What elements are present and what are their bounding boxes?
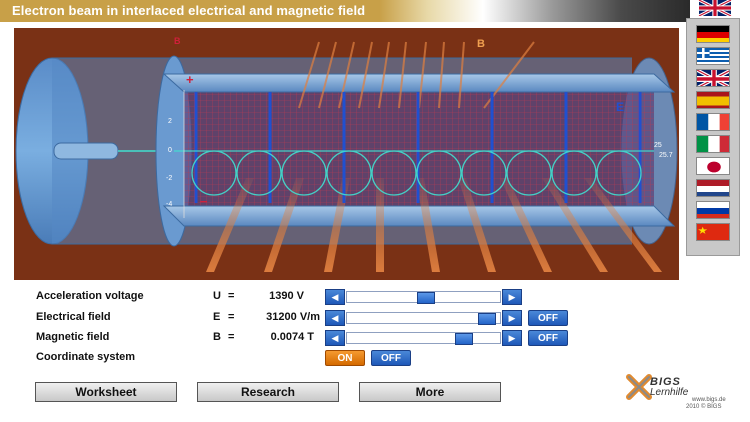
axis-tick-0: 0 [168,147,172,154]
arrow-left-icon: ◀ [331,291,339,302]
electrical-field-label: Electrical field [36,311,111,323]
dutch-flag[interactable] [696,179,730,197]
electrical-slider[interactable]: ◀ ▶ [325,310,522,326]
german-flag[interactable] [696,25,730,43]
greek-flag[interactable] [696,47,730,65]
axis-tick-minus-2: -2 [166,175,173,182]
english-flag-top[interactable] [696,0,734,18]
electrical-slider-track[interactable] [346,312,501,325]
magnetic-value: 0.0074 T [270,331,314,343]
coordinate-on-button[interactable]: ON [325,350,365,366]
japanese-flag[interactable] [696,157,730,175]
russian-flag-icon [697,202,729,218]
language-panel [686,18,740,256]
german-flag-icon [697,26,729,42]
english-flag[interactable] [696,69,730,87]
magnetic-increase-button[interactable]: ▶ [502,330,522,346]
acceleration-eq: = [228,290,235,302]
french-flag-icon [697,114,729,130]
axis-tick-minus-4: -4 [166,201,173,208]
magnetic-decrease-button[interactable]: ◀ [325,330,345,346]
arrow-right-icon: ▶ [508,291,516,302]
arrow-left-icon: ◀ [331,332,339,343]
acceleration-increase-button[interactable]: ▶ [502,289,522,305]
spanish-flag[interactable] [696,91,730,109]
acceleration-voltage-label: Acceleration voltage [36,290,144,302]
plus-sign-label: + [186,72,194,87]
chinese-flag[interactable] [696,223,730,241]
magnetic-field-label: Magnetic field [36,331,110,343]
logo-subtitle: Lernhilfe [650,387,689,398]
magnetic-eq: = [228,331,235,343]
acceleration-slider-track[interactable] [346,291,501,304]
electrical-eq: = [228,311,235,323]
uk-flag-icon [697,70,729,86]
chinese-flag-icon [697,224,729,240]
electrical-value: 31200 V/m [266,311,320,323]
b-field-label-left: B [174,36,181,46]
worksheet-button[interactable]: Worksheet [35,382,177,402]
acceleration-symbol: U [213,290,221,302]
e-field-label: E [616,100,625,114]
readout-bottom: 25.7 [659,152,673,159]
title-bar: Electron beam in interlaced electrical a… [0,0,690,22]
magnetic-slider[interactable]: ◀ ▶ [325,330,522,346]
japanese-flag-icon [697,158,729,174]
coordinate-system-label: Coordinate system [36,351,136,363]
magnetic-symbol: B [213,331,221,343]
arrow-left-icon: ◀ [331,312,339,323]
logo-url: www.bigs.de [692,397,726,403]
acceleration-decrease-button[interactable]: ◀ [325,289,345,305]
electrical-slider-thumb[interactable] [478,313,496,325]
more-button[interactable]: More [359,382,501,402]
arrow-right-icon: ▶ [508,332,516,343]
italian-flag-icon [697,136,729,152]
acceleration-slider-thumb[interactable] [417,292,435,304]
b-field-label-right: B [477,38,485,50]
electron-tube-diagram [15,41,678,272]
electrical-off-button[interactable]: OFF [528,310,568,326]
italian-flag[interactable] [696,135,730,153]
acceleration-value: 1390 V [269,290,304,302]
uk-flag-icon [698,0,732,18]
dutch-flag-icon [697,180,729,196]
minus-sign-label: − [200,194,208,209]
simulation-scene: + − B B E 2 0 -2 -4 25 25.7 [14,28,679,280]
coordinate-off-button[interactable]: OFF [371,350,411,366]
greek-flag-icon [697,48,729,64]
logo-copyright: 2010 © BIGS [686,404,722,410]
magnetic-off-button[interactable]: OFF [528,330,568,346]
readout-top: 25 [654,142,662,149]
magnetic-slider-thumb[interactable] [455,333,473,345]
arrow-right-icon: ▶ [508,312,516,323]
french-flag[interactable] [696,113,730,131]
spanish-flag-icon [697,92,729,108]
electrical-symbol: E [213,311,221,323]
electrical-increase-button[interactable]: ▶ [502,310,522,326]
electrical-decrease-button[interactable]: ◀ [325,310,345,326]
acceleration-slider[interactable]: ◀ ▶ [325,289,522,305]
magnetic-slider-track[interactable] [346,332,501,345]
research-button[interactable]: Research [197,382,339,402]
bigs-logo: BIGS Lernhilfe www.bigs.de 2010 © BIGS [626,372,736,414]
axis-tick-2: 2 [168,118,172,125]
russian-flag[interactable] [696,201,730,219]
bigs-logo-icon [626,374,652,400]
window-title: Electron beam in interlaced electrical a… [12,3,366,18]
